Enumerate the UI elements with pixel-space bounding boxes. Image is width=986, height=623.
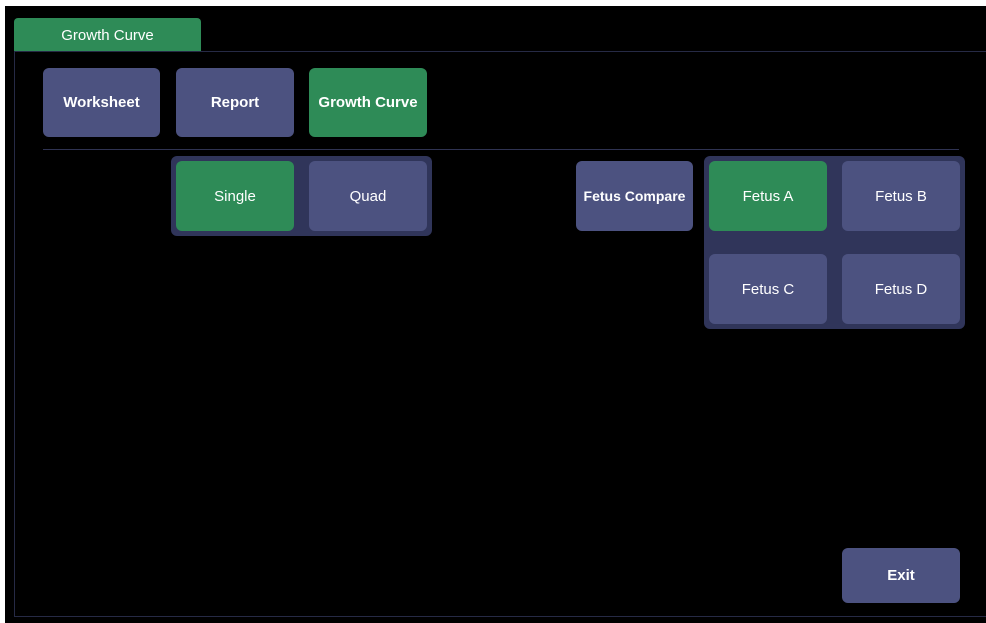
growth-curve-button[interactable]: Growth Curve (309, 68, 427, 137)
main-panel (14, 51, 986, 617)
quad-button[interactable]: Quad (309, 161, 427, 231)
fetus-compare-button[interactable]: Fetus Compare (576, 161, 693, 231)
exit-button[interactable]: Exit (842, 548, 960, 603)
single-button[interactable]: Single (176, 161, 294, 231)
report-button[interactable]: Report (176, 68, 294, 137)
fetus-c-button[interactable]: Fetus C (709, 254, 827, 324)
section-divider (43, 149, 959, 150)
tab-growth-curve[interactable]: Growth Curve (14, 18, 201, 52)
fetus-a-button[interactable]: Fetus A (709, 161, 827, 231)
fetus-d-button[interactable]: Fetus D (842, 254, 960, 324)
fetus-b-button[interactable]: Fetus B (842, 161, 960, 231)
worksheet-button[interactable]: Worksheet (43, 68, 160, 137)
